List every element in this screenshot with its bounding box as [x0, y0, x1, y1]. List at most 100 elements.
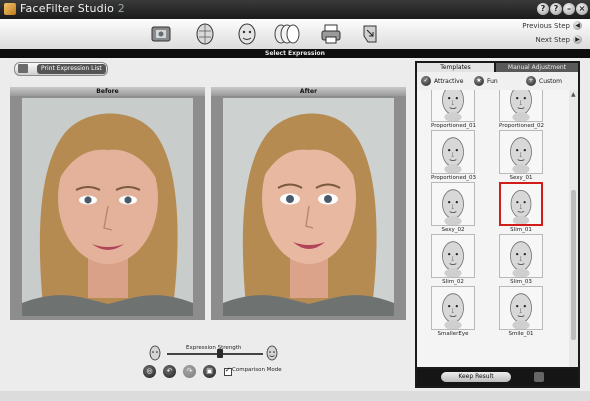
help-button[interactable]: ? — [537, 3, 549, 15]
template-thumbnail[interactable] — [499, 90, 543, 122]
expression-strength-label: Expression Strength — [186, 345, 242, 351]
after-panel: After — [211, 87, 406, 320]
save-icon: ▣ — [206, 367, 213, 375]
template-thumbnail[interactable] — [431, 286, 475, 330]
save-button[interactable]: ▣ — [203, 365, 216, 378]
app-logo-icon — [4, 3, 16, 15]
before-heading: Before — [10, 87, 205, 96]
app-version: 2 — [117, 2, 125, 15]
template-thumbnail[interactable] — [431, 130, 475, 174]
load-photo-tool[interactable] — [148, 21, 174, 47]
compare-button[interactable]: ◎ — [143, 365, 156, 378]
keep-result-bar: Keep Result — [417, 369, 578, 386]
template-item[interactable]: Sexy_02 — [431, 182, 475, 233]
template-item[interactable]: Proportioned_02 — [499, 90, 545, 129]
template-name: Smile_01 — [508, 331, 534, 337]
template-name: Proportioned_02 — [499, 123, 545, 129]
comparison-mode-label: Comparison Mode — [232, 367, 282, 373]
face-mesh-tool[interactable] — [192, 21, 218, 47]
scrollbar-thumb[interactable] — [571, 190, 576, 340]
template-list: Proportioned_01 Proportioned_02 Proportion… — [417, 90, 569, 367]
template-item[interactable]: Smile_01 — [499, 286, 543, 337]
tab-manual-adjustment[interactable]: Manual Adjustment — [496, 63, 578, 72]
printer-small-icon — [18, 64, 28, 73]
portrait-after-image — [223, 98, 394, 316]
next-step-button[interactable]: Next Step ▶ — [536, 35, 582, 44]
print-expression-list-label: Print Expression List — [37, 64, 106, 74]
expression-strength-slider[interactable] — [167, 353, 263, 355]
export-icon — [363, 25, 377, 43]
previous-step-button[interactable]: Previous Step ◀ — [522, 21, 582, 30]
expression-faces-icon — [274, 24, 300, 44]
tab-templates[interactable]: Templates — [417, 63, 494, 72]
print-expression-list-button[interactable]: Print Expression List — [14, 62, 108, 76]
photo-icon — [151, 26, 171, 42]
filter-attractive[interactable]: ✓ Attractive — [421, 76, 463, 86]
keep-result-button[interactable]: Keep Result — [441, 372, 511, 382]
before-photo — [22, 98, 193, 316]
undo-icon: ↶ — [166, 367, 173, 375]
template-name: Slim_03 — [510, 279, 532, 285]
template-name: Sexy_02 — [441, 227, 465, 233]
template-thumbnail[interactable] — [499, 234, 543, 278]
filter-fun-label: Fun — [487, 77, 498, 85]
printer-icon — [321, 24, 341, 44]
adjust-face-icon — [238, 23, 256, 45]
template-panel: Templates Manual Adjustment ✓ Attractive… — [415, 61, 580, 388]
comparison-mode-checkbox[interactable]: ✓ — [224, 366, 232, 376]
template-thumbnail[interactable] — [431, 90, 475, 122]
status-strip — [0, 391, 590, 401]
minimize-button[interactable]: – — [563, 3, 575, 15]
template-name: SmallerEye — [437, 331, 469, 337]
filter-attractive-label: Attractive — [434, 77, 464, 85]
template-item[interactable]: SmallerEye — [431, 286, 475, 337]
redo-button[interactable]: ↷ — [183, 365, 196, 378]
before-panel: Before — [10, 87, 205, 320]
face-mesh-icon — [196, 23, 214, 45]
template-thumbnail[interactable] — [431, 234, 475, 278]
title-bar: FaceFilter Studio 2 ? ? – × — [0, 0, 590, 19]
template-name: Slim_01 — [510, 227, 532, 233]
template-item[interactable]: Slim_03 — [499, 234, 543, 285]
scroll-up-icon[interactable]: ▲ — [571, 91, 576, 98]
filter-custom-label: Custom — [539, 77, 562, 85]
export-tool[interactable] — [358, 21, 384, 47]
template-name: Proportioned_01 — [431, 123, 477, 129]
expression-tool[interactable] — [272, 21, 302, 47]
template-item[interactable]: Proportioned_03 — [431, 130, 476, 181]
previous-step-label: Previous Step — [522, 21, 570, 30]
template-thumbnail[interactable] — [499, 130, 543, 174]
arrow-left-icon: ◀ — [573, 21, 582, 30]
expression-strength-handle[interactable] — [217, 349, 223, 358]
template-item[interactable]: Slim_01 — [499, 182, 543, 233]
template-item[interactable]: Slim_02 — [431, 234, 475, 285]
print-tool[interactable] — [318, 21, 344, 47]
app-title: FaceFilter Studio 2 — [20, 2, 125, 15]
info-button[interactable]: ? — [550, 3, 562, 15]
neutral-face-icon — [148, 345, 162, 361]
filter-fun[interactable]: ★ Fun — [474, 76, 498, 86]
strong-face-icon — [265, 345, 279, 361]
template-thumbnail[interactable] — [431, 182, 475, 226]
adjust-face-tool[interactable] — [234, 21, 260, 47]
plus-icon: + — [526, 76, 536, 86]
options-icon[interactable] — [534, 372, 544, 382]
next-step-label: Next Step — [535, 35, 570, 44]
check-icon: ✓ — [421, 76, 431, 86]
template-scrollbar[interactable]: ▲ — [569, 90, 578, 367]
close-button[interactable]: × — [576, 3, 588, 15]
template-thumbnail[interactable] — [499, 182, 543, 226]
portrait-before-image — [22, 98, 193, 316]
template-item[interactable]: Proportioned_01 — [431, 90, 477, 129]
checkmark-icon: ✓ — [225, 366, 231, 374]
application-window: FaceFilter Studio 2 ? ? – × Previous Ste… — [0, 0, 590, 401]
template-name: Sexy_01 — [509, 175, 533, 181]
template-filter-row: ✓ Attractive ★ Fun + Custom — [417, 72, 578, 90]
after-heading: After — [211, 87, 406, 96]
app-name: FaceFilter Studio — [20, 2, 115, 15]
template-thumbnail[interactable] — [499, 286, 543, 330]
filter-custom[interactable]: + Custom — [526, 76, 562, 86]
undo-button[interactable]: ↶ — [163, 365, 176, 378]
template-item[interactable]: Sexy_01 — [499, 130, 543, 181]
compare-icon: ◎ — [146, 367, 153, 375]
